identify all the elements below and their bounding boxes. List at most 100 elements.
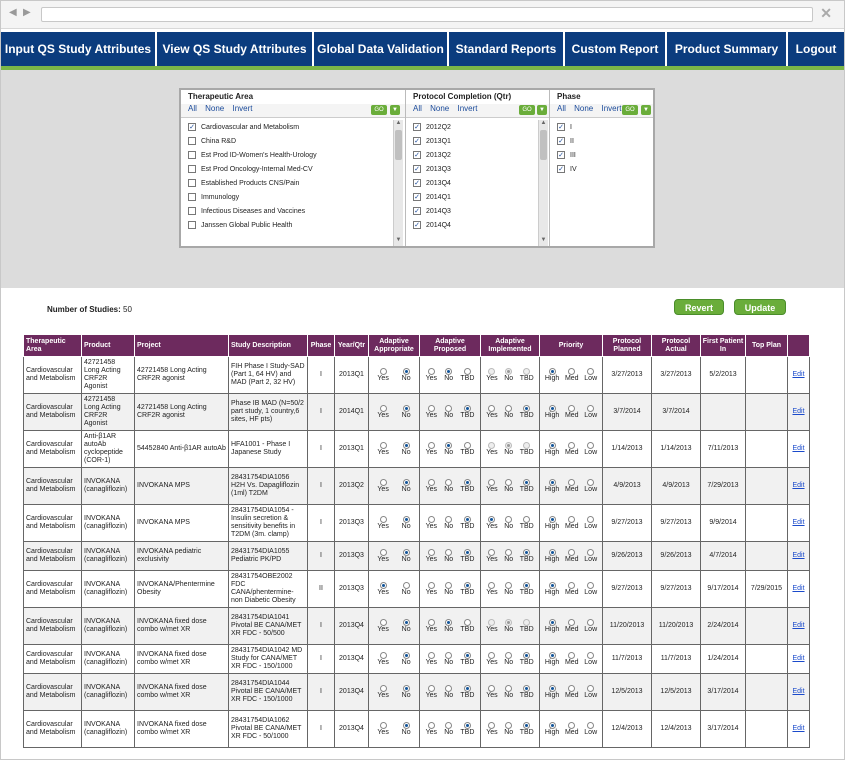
adaptive-proposed-option-yes[interactable]: Yes: [426, 478, 437, 494]
radio-button[interactable]: [548, 367, 556, 375]
priority-option-low[interactable]: Low: [584, 684, 597, 700]
filter-ta-item[interactable]: Established Products CNS/Pain: [181, 176, 391, 190]
adaptive-appropriate-option-yes[interactable]: Yes: [377, 651, 389, 667]
radio-button[interactable]: [548, 651, 556, 659]
radio-button[interactable]: [463, 478, 471, 486]
radio-button[interactable]: [505, 581, 513, 589]
adaptive-appropriate-option-yes[interactable]: Yes: [377, 581, 389, 597]
priority-option-high[interactable]: High: [545, 515, 559, 531]
radio-button[interactable]: [548, 581, 556, 589]
nav-view-qs-study-attributes[interactable]: View QS Study Attributes: [157, 32, 314, 66]
radio-button[interactable]: [445, 548, 453, 556]
edit-link[interactable]: Edit: [792, 585, 804, 592]
radio-button[interactable]: [445, 684, 453, 692]
back-arrow-icon[interactable]: ◀: [9, 7, 17, 18]
priority-option-med[interactable]: Med: [565, 651, 579, 667]
adaptive-implemented-option-tbd[interactable]: TBD: [520, 548, 534, 564]
priority-option-low[interactable]: Low: [584, 548, 597, 564]
filter-ph-item[interactable]: ✓ II: [550, 134, 650, 148]
adaptive-proposed-option-yes[interactable]: Yes: [426, 548, 437, 564]
filter-ta-go-button[interactable]: GO: [371, 105, 387, 115]
filter-phase-none[interactable]: None: [574, 104, 593, 113]
adaptive-appropriate-option-no[interactable]: No: [402, 441, 411, 457]
radio-button[interactable]: [488, 684, 496, 692]
adaptive-proposed-option-tbd[interactable]: TBD: [460, 684, 474, 700]
radio-button[interactable]: [523, 478, 531, 486]
radio-button[interactable]: [445, 478, 453, 486]
radio-button[interactable]: [402, 651, 410, 659]
adaptive-proposed-option-tbd[interactable]: TBD: [460, 478, 474, 494]
radio-button[interactable]: [488, 651, 496, 659]
radio-button[interactable]: [445, 367, 453, 375]
radio-button[interactable]: [445, 441, 453, 449]
priority-option-high[interactable]: High: [545, 548, 559, 564]
filter-ta-item[interactable]: Est Prod Oncology-Internal Med-CV: [181, 162, 391, 176]
adaptive-proposed-option-yes[interactable]: Yes: [426, 651, 437, 667]
adaptive-implemented-option-no[interactable]: No: [504, 404, 513, 420]
adaptive-implemented-option-tbd[interactable]: TBD: [520, 684, 534, 700]
priority-option-med[interactable]: Med: [565, 515, 579, 531]
radio-button[interactable]: [568, 478, 576, 486]
priority-option-high[interactable]: High: [545, 367, 559, 383]
nav-global-data-validation[interactable]: Global Data Validation: [314, 32, 449, 66]
update-button[interactable]: Update: [734, 299, 786, 315]
radio-button[interactable]: [548, 618, 556, 626]
priority-option-low[interactable]: Low: [584, 618, 597, 634]
radio-button[interactable]: [568, 404, 576, 412]
radio-button[interactable]: [427, 367, 435, 375]
filter-ta-item[interactable]: Infectious Diseases and Vaccines: [181, 204, 391, 218]
adaptive-proposed-option-no[interactable]: No: [444, 721, 453, 737]
checkbox[interactable]: ✓: [413, 221, 421, 229]
radio-button[interactable]: [568, 721, 576, 729]
filter-pc-item[interactable]: ✓ 2014Q3: [406, 204, 536, 218]
radio-button[interactable]: [488, 515, 496, 523]
adaptive-proposed-option-tbd[interactable]: TBD: [460, 515, 474, 531]
adaptive-implemented-option-yes[interactable]: Yes: [486, 684, 498, 700]
nav-standard-reports[interactable]: Standard Reports: [449, 32, 565, 66]
adaptive-proposed-option-yes[interactable]: Yes: [426, 441, 437, 457]
chevron-down-icon[interactable]: ▼: [537, 105, 547, 115]
radio-button[interactable]: [587, 581, 595, 589]
filter-ph-item[interactable]: ✓ IV: [550, 162, 650, 176]
adaptive-proposed-option-no[interactable]: No: [444, 441, 453, 457]
edit-link[interactable]: Edit: [792, 445, 804, 452]
checkbox[interactable]: ✓: [557, 151, 565, 159]
checkbox[interactable]: [188, 137, 196, 145]
adaptive-proposed-option-tbd[interactable]: TBD: [460, 404, 474, 420]
priority-option-low[interactable]: Low: [584, 515, 597, 531]
radio-button[interactable]: [505, 684, 513, 692]
radio-button[interactable]: [445, 404, 453, 412]
radio-button[interactable]: [568, 684, 576, 692]
radio-button[interactable]: [402, 581, 410, 589]
filter-pc-item[interactable]: ✓ 2014Q1: [406, 190, 536, 204]
adaptive-implemented-option-no[interactable]: No: [504, 684, 513, 700]
filter-ta-item[interactable]: ✓ Cardiovascular and Metabolism: [181, 120, 391, 134]
priority-option-med[interactable]: Med: [565, 404, 579, 420]
adaptive-proposed-option-tbd[interactable]: TBD: [460, 581, 474, 597]
nav-product-summary[interactable]: Product Summary: [667, 32, 788, 66]
radio-button[interactable]: [463, 515, 471, 523]
adaptive-proposed-option-no[interactable]: No: [444, 651, 453, 667]
radio-button[interactable]: [445, 651, 453, 659]
priority-option-low[interactable]: Low: [584, 367, 597, 383]
radio-button[interactable]: [463, 651, 471, 659]
filter-ta-invert[interactable]: Invert: [232, 104, 252, 113]
adaptive-appropriate-option-no[interactable]: No: [402, 548, 411, 564]
radio-button[interactable]: [523, 651, 531, 659]
scroll-thumb[interactable]: [540, 130, 547, 160]
address-bar[interactable]: [41, 7, 813, 22]
radio-button[interactable]: [402, 684, 410, 692]
radio-button[interactable]: [587, 721, 595, 729]
radio-button[interactable]: [523, 515, 531, 523]
priority-option-low[interactable]: Low: [584, 441, 597, 457]
radio-button[interactable]: [568, 548, 576, 556]
radio-button[interactable]: [548, 404, 556, 412]
priority-option-high[interactable]: High: [545, 618, 559, 634]
radio-button[interactable]: [379, 684, 387, 692]
checkbox[interactable]: ✓: [557, 123, 565, 131]
radio-button[interactable]: [463, 548, 471, 556]
adaptive-appropriate-option-yes[interactable]: Yes: [377, 441, 389, 457]
radio-button[interactable]: [587, 515, 595, 523]
adaptive-implemented-option-tbd[interactable]: TBD: [520, 515, 534, 531]
checkbox[interactable]: ✓: [413, 137, 421, 145]
